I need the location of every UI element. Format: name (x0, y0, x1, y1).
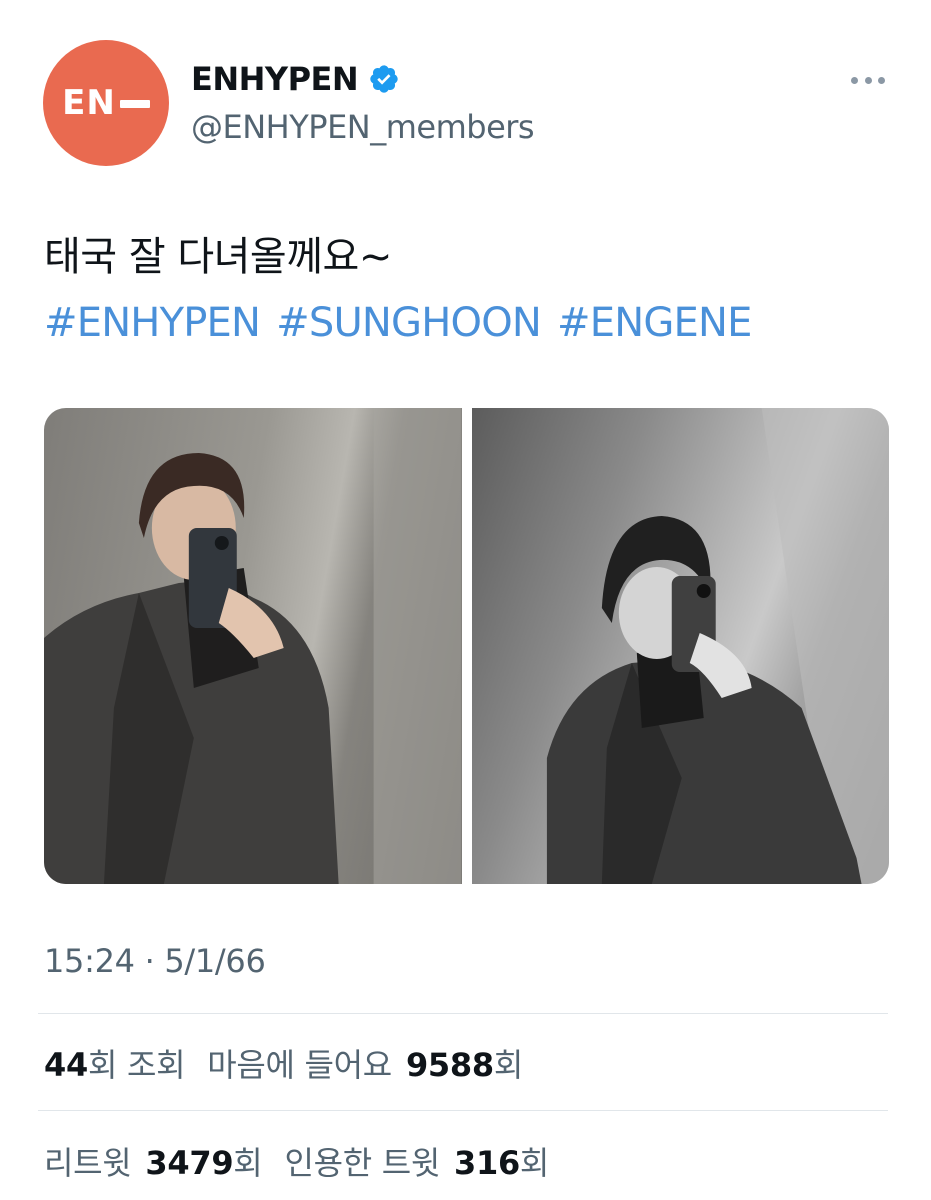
divider (38, 1110, 888, 1111)
quotes-count[interactable]: 316 (454, 1144, 520, 1182)
divider (38, 1013, 888, 1014)
logo-bar-icon (119, 100, 150, 108)
photo-color-figure (44, 408, 462, 884)
retweet-stats-row: 리트윗 3479 회 인용한 트윗 316 회 (44, 1138, 549, 1184)
photo-color-icon[interactable] (44, 408, 462, 884)
author-name-row[interactable]: ENHYPEN (191, 60, 400, 98)
hashtag-link[interactable]: #ENGENE (557, 300, 752, 346)
display-name[interactable]: ENHYPEN (191, 60, 359, 98)
likes-suffix: 회 (493, 1046, 523, 1084)
more-options-icon[interactable] (851, 70, 885, 90)
likes-count[interactable]: 9588 (406, 1046, 494, 1084)
retweets-suffix: 회 (233, 1144, 263, 1182)
retweets-count[interactable]: 3479 (145, 1144, 233, 1182)
likes-label[interactable]: 마음에 들어요 (207, 1040, 392, 1086)
avatar[interactable]: EN (43, 40, 169, 166)
hashtag-list: #ENHYPEN #SUNGHOON #ENGENE (44, 300, 752, 346)
tweet-timestamp[interactable]: 15:24 · 5/1/66 (44, 942, 266, 980)
hashtag-link[interactable]: #ENHYPEN (44, 300, 261, 346)
hashtag-link[interactable]: #SUNGHOON (276, 300, 542, 346)
views-label: 회 조회 (87, 1046, 186, 1084)
photo-bw-icon[interactable] (471, 408, 889, 884)
enhypen-logo-icon: EN (62, 83, 150, 123)
verified-badge-icon (370, 65, 398, 93)
author-handle[interactable]: @ENHYPEN_members (191, 108, 535, 146)
tweet-text: 태국 잘 다녀올께요~ (44, 234, 392, 280)
quotes-suffix: 회 (519, 1144, 550, 1182)
views-count: 44 (44, 1046, 88, 1084)
avatar-logo-text: EN (62, 83, 116, 123)
retweets-label[interactable]: 리트윗 (44, 1138, 132, 1184)
quotes-label[interactable]: 인용한 트윗 (284, 1138, 440, 1184)
engagement-stats-row: 44 회 조회 마음에 들어요 9588 회 (44, 1040, 523, 1086)
photo-bw-figure (546, 408, 889, 884)
media-grid (44, 408, 889, 884)
